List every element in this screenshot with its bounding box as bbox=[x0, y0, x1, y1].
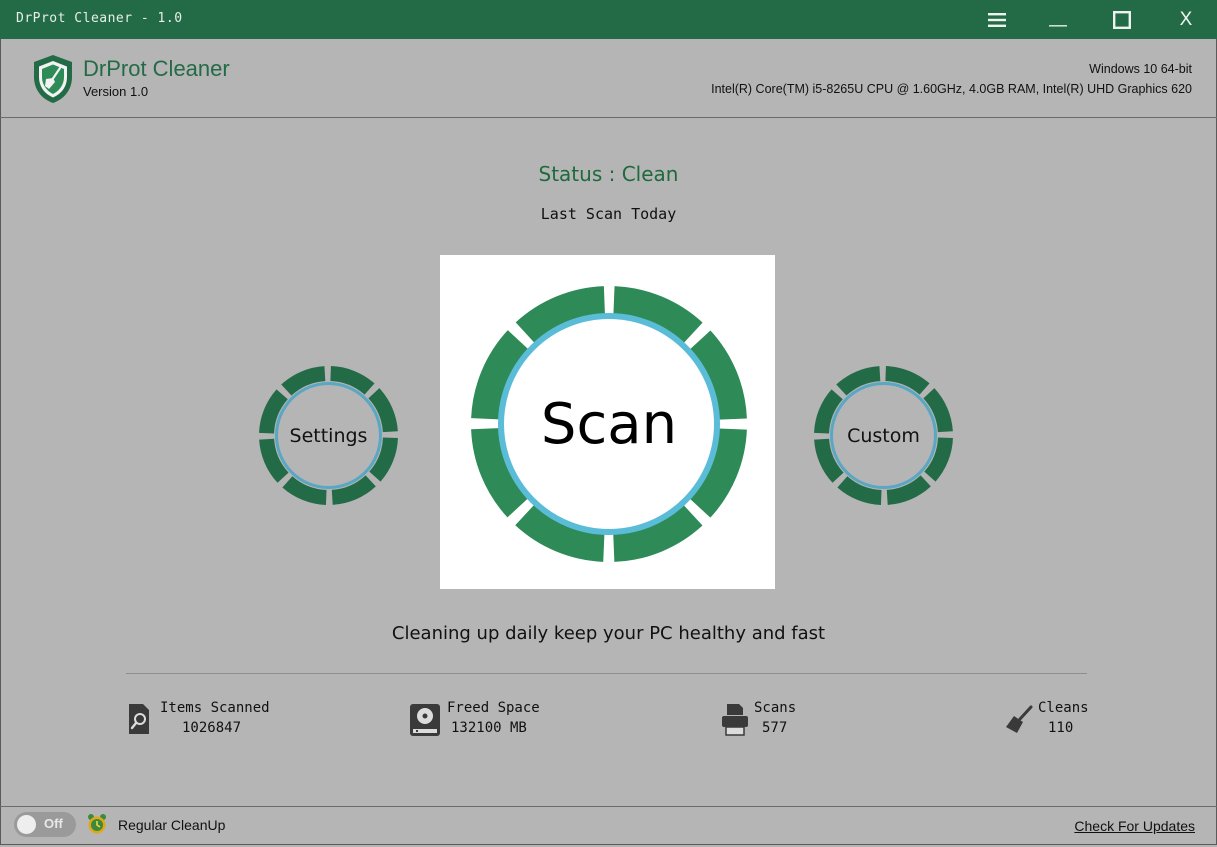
hamburger-menu-icon[interactable] bbox=[967, 0, 1027, 39]
check-for-updates-link[interactable]: Check For Updates bbox=[1074, 818, 1195, 834]
stat-label: Items Scanned bbox=[160, 700, 270, 716]
stat-value: 577 bbox=[762, 720, 788, 736]
alarm-clock-icon bbox=[86, 813, 108, 839]
toggle-knob bbox=[17, 815, 36, 834]
scan-button[interactable]: Scan bbox=[470, 285, 748, 563]
hardware-info: Intel(R) Core(TM) i5-8265U CPU @ 1.60GHz… bbox=[711, 82, 1192, 96]
settings-button[interactable]: Settings bbox=[258, 365, 399, 506]
last-scan-text: Last Scan Today bbox=[540, 205, 677, 223]
stat-value: 110 bbox=[1048, 720, 1074, 736]
custom-label: Custom bbox=[847, 424, 920, 447]
regular-cleanup-label: Regular CleanUp bbox=[118, 817, 226, 833]
maximize-icon[interactable] bbox=[1092, 0, 1152, 39]
minimize-icon[interactable] bbox=[1028, 0, 1088, 39]
system-info: Windows 10 64-bit Intel(R) Core(TM) i5-8… bbox=[711, 59, 1192, 99]
shield-broom-logo-icon bbox=[31, 53, 75, 109]
stat-value: 1026847 bbox=[182, 720, 242, 736]
stat-label: Cleans bbox=[1038, 700, 1089, 716]
printer-icon bbox=[721, 703, 749, 741]
custom-button[interactable]: Custom bbox=[813, 365, 954, 506]
regular-cleanup-toggle[interactable]: Off bbox=[14, 812, 76, 837]
stat-label: Scans bbox=[754, 700, 797, 716]
status-text: Status : Clean bbox=[538, 162, 679, 186]
search-document-icon bbox=[128, 703, 150, 739]
settings-label: Settings bbox=[289, 424, 368, 447]
app-version: Version 1.0 bbox=[83, 84, 149, 99]
close-button[interactable]: X bbox=[1156, 0, 1216, 39]
stat-label: Freed Space bbox=[447, 700, 540, 716]
os-info: Windows 10 64-bit bbox=[1089, 62, 1192, 76]
stat-value: 132100 MB bbox=[451, 720, 527, 736]
app-name: DrProt Cleaner bbox=[83, 56, 230, 81]
divider bbox=[126, 673, 1087, 674]
broom-icon bbox=[1005, 705, 1033, 739]
hard-drive-icon bbox=[409, 703, 441, 741]
toggle-state-label: Off bbox=[44, 816, 63, 831]
window-title: DrProt Cleaner - 1.0 bbox=[16, 11, 183, 26]
scan-label: Scan bbox=[540, 391, 678, 457]
tagline: Cleaning up daily keep your PC healthy a… bbox=[391, 623, 826, 644]
